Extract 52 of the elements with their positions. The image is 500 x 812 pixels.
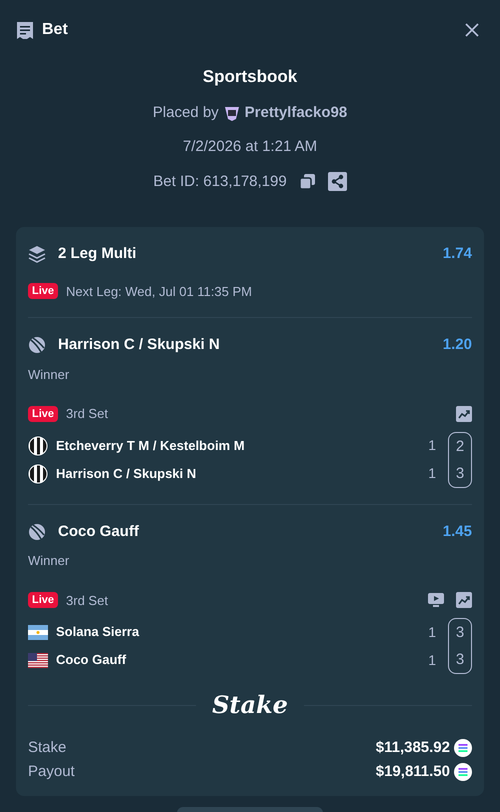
copy-icon[interactable] [298, 173, 316, 190]
placed-by-label: Placed by [152, 102, 219, 122]
set-score: 1 [428, 436, 436, 455]
set-score: 1 [428, 464, 436, 483]
player-name: Solana Sierra [56, 623, 140, 642]
total-amount: $19,811.50 [376, 762, 450, 782]
multi-title: 2 Leg Multi [58, 244, 136, 264]
total-amount: $11,385.92 [376, 738, 450, 758]
coin-icon [454, 739, 472, 757]
odds: 1.45 [442, 522, 472, 542]
live-badge: Live [28, 592, 58, 608]
tennis-ball-icon [28, 336, 46, 354]
coin-icon [454, 763, 472, 781]
period-label: 3rd Set [66, 405, 108, 423]
market-label: Winner [28, 552, 70, 570]
event-title: Coco Gauff [58, 522, 139, 542]
set-score: 1 [428, 622, 436, 642]
player-name: Etcheverry T M / Kestelboim M [56, 436, 245, 455]
striped-jersey-icon [28, 464, 48, 484]
bet-id: Bet ID: 613,178,199 [153, 172, 287, 192]
set-score: 1 [428, 650, 436, 670]
market-label: Winner [28, 366, 70, 384]
share-icon[interactable] [328, 172, 347, 192]
tv-play-icon[interactable] [428, 592, 444, 608]
source-title: Sportsbook [202, 66, 298, 88]
flag-icon [28, 652, 48, 668]
chart-icon[interactable] [456, 592, 472, 608]
game-score: 3 [454, 464, 466, 484]
total-label: Payout [28, 762, 75, 782]
period-label: 3rd Set [66, 592, 108, 610]
total-label: Stake [28, 738, 66, 758]
modal-title: Bet [42, 20, 68, 40]
user-link[interactable]: Prettylfacko98 [244, 102, 348, 124]
tennis-ball-icon [28, 522, 46, 541]
total-odds: 1.74 [442, 244, 472, 264]
bet-date: 7/2/2026 at 1:21 AM [182, 137, 318, 157]
live-badge: Live [28, 406, 58, 422]
next-leg-label: Next Leg: Wed, Jul 01 11:35 PM [66, 282, 252, 301]
stake-logo: Stake [212, 690, 288, 720]
event-title: Harrison C / Skupski N [58, 335, 220, 355]
game-score: 3 [454, 623, 466, 643]
layers-icon [28, 245, 46, 264]
odds: 1.20 [442, 335, 472, 355]
game-score: 3 [454, 650, 466, 670]
player-name: Harrison C / Skupski N [56, 464, 196, 483]
striped-jersey-icon [28, 436, 48, 456]
chart-icon[interactable] [456, 406, 472, 422]
player-name: Coco Gauff [56, 651, 126, 670]
flag-icon [28, 624, 48, 640]
receipt-icon [16, 20, 34, 40]
live-badge: Live [28, 283, 58, 300]
game-score: 2 [454, 436, 466, 456]
